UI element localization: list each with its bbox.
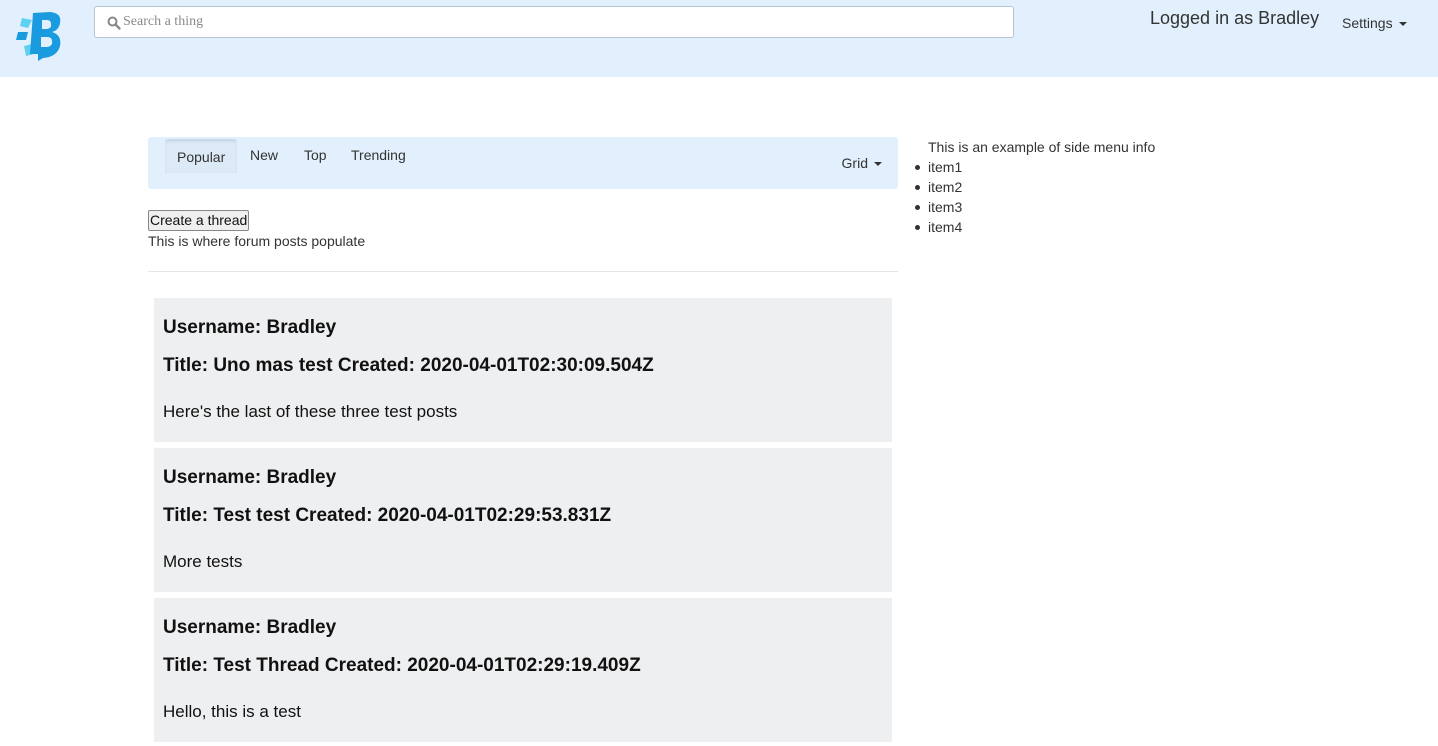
post-title: Title: Test test Created: 2020-04-01T02:…: [163, 505, 612, 526]
caret-down-icon: [874, 162, 882, 167]
side-menu-item: item2: [914, 177, 1155, 197]
tab-new[interactable]: New: [238, 139, 290, 173]
sort-tabs-panel: Popular New Top Trending Grid: [148, 137, 898, 189]
forum-note: This is where forum posts populate: [148, 233, 366, 249]
settings-label: Settings: [1342, 15, 1393, 31]
caret-down-icon: [1398, 22, 1407, 27]
forum-post[interactable]: Username: Bradley Title: Test Thread Cre…: [154, 598, 892, 742]
view-label: Grid: [841, 155, 868, 171]
post-title: Title: Uno mas test Created: 2020-04-01T…: [163, 355, 654, 376]
side-menu-intro: This is an example of side menu info: [928, 139, 1156, 155]
post-body: Here's the last of these three test post…: [163, 402, 458, 421]
post-username: Username: Bradley: [163, 617, 337, 638]
post-username: Username: Bradley: [163, 467, 337, 488]
search-input[interactable]: [123, 7, 1003, 37]
post-username: Username: Bradley: [163, 317, 337, 338]
forum-post[interactable]: Username: Bradley Title: Test test Creat…: [154, 448, 892, 592]
post-body: Hello, this is a test: [163, 702, 301, 721]
tab-top[interactable]: Top: [292, 139, 339, 173]
tab-popular[interactable]: Popular: [165, 139, 238, 173]
top-navbar: Logged in as Bradley Settings: [0, 0, 1438, 77]
settings-dropdown[interactable]: Settings: [1342, 15, 1407, 31]
forum-post[interactable]: Username: Bradley Title: Uno mas test Cr…: [154, 298, 892, 442]
post-body: More tests: [163, 552, 243, 571]
divider: [148, 271, 898, 272]
side-menu-list: item1 item2 item3 item4: [914, 157, 1155, 237]
side-menu-item: item3: [914, 197, 1155, 217]
side-menu-item: item4: [914, 217, 1155, 237]
side-menu-item: item1: [914, 157, 1155, 177]
side-menu: This is an example of side menu info ite…: [914, 139, 1156, 237]
create-thread-button[interactable]: Create a thread: [148, 210, 250, 231]
logged-in-status: Logged in as Bradley: [1150, 8, 1320, 28]
search-box: [94, 6, 1014, 38]
post-title: Title: Test Thread Created: 2020-04-01T0…: [163, 655, 641, 676]
brand-logo[interactable]: [16, 10, 66, 62]
tab-trending[interactable]: Trending: [339, 139, 418, 173]
view-dropdown[interactable]: Grid: [842, 155, 882, 171]
brand-logo-icon: [16, 12, 61, 61]
search-icon: [107, 16, 121, 30]
